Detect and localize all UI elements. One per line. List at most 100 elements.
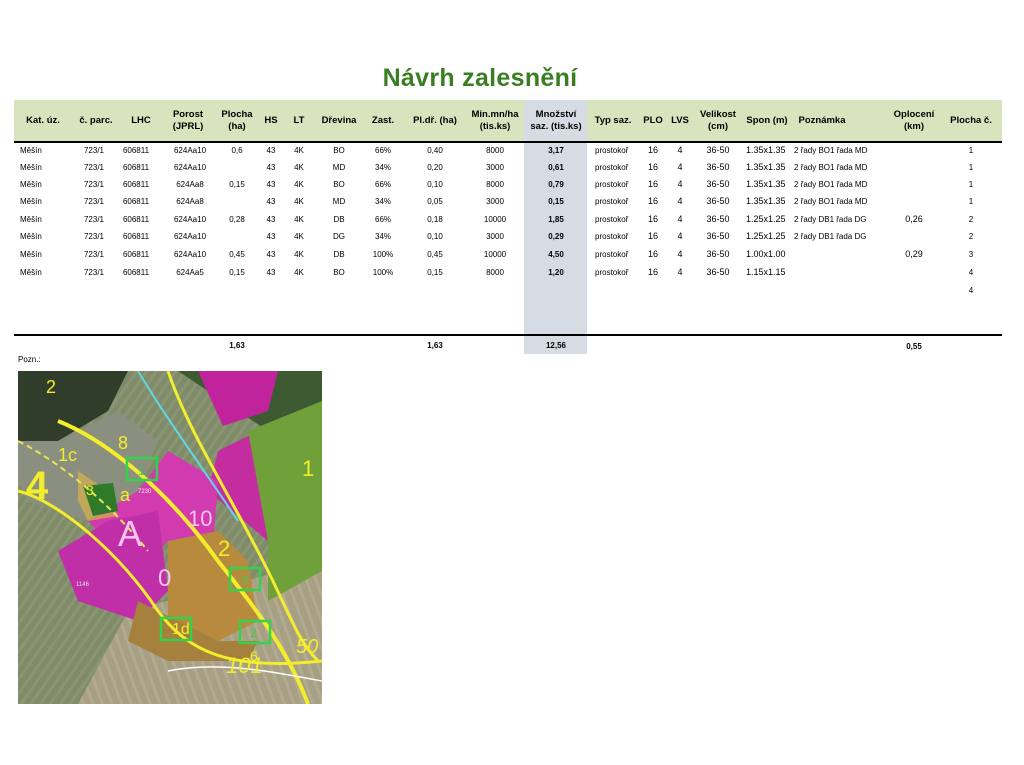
table-cell-pozn: 2 řady BO1 řada MD [794,163,868,172]
map-label: 4 [26,464,49,508]
col-hs: HS [264,115,278,126]
table-cell-parc: 723/1 [83,215,104,224]
table-cell-minmn: 3000 [486,197,504,206]
col-minmn: Min.mn/ha [471,109,519,120]
col-plocha: Plocha [221,109,253,120]
page-title: Návrh zalesnění [382,64,578,92]
table-cell-plc: 2 [968,215,974,224]
table-cell-drevina: BO [333,268,345,277]
table-cell-mnoz: 1,85 [548,215,564,224]
col-lhc: LHC [131,115,151,126]
map-label: 6 [250,648,258,664]
table-cell-typ: prostokoř [595,268,629,277]
col-plocha-sub: (ha) [228,121,246,132]
col-parc: č. parc. [79,115,113,126]
table-cell-mnoz: 0,29 [548,232,564,241]
table-cell-mnoz: 1,20 [548,268,564,277]
table-cell-plc: 1 [968,146,974,155]
table-cell-kat: Měšín [20,268,42,277]
table-cell-lt: 4K [294,180,304,189]
table-cell-pldr: 0,18 [427,215,443,224]
table-cell-lhc: 606811 [122,180,150,189]
table-cell-vel: 36-50 [706,162,730,172]
table-cell-opl: 0,26 [905,214,923,224]
table-cell-plocha: 0,15 [229,268,245,277]
table-cell-opl: 0,29 [905,249,923,259]
table-cell-spon: 1.25x1.25 [746,231,786,241]
table-cell-lt: 4K [294,146,304,155]
table-cell-zast: 66% [374,180,392,189]
table-cell-lvs: 4 [677,231,683,241]
table-cell-zast: 34% [374,197,392,206]
table-cell-plc: 4 [968,268,974,277]
table-cell-plc: 1 [968,180,974,189]
table-cell-lhc: 606811 [122,215,150,224]
table-cell-lt: 4K [294,163,304,172]
col-poznamka: Poznámka [798,115,846,126]
table-cell-spon: 1.35x1.35 [746,145,786,155]
table-cell-typ: prostokoř [595,215,629,224]
table-cell-kat: Měšín [20,163,42,172]
table-cell-plo: 16 [647,179,659,189]
table-cell-plo: 16 [647,145,659,155]
total-plocha: 1,63 [229,341,245,350]
table-cell-parc: 723/1 [83,268,104,277]
table-cell-pldr: 0,10 [427,180,443,189]
table-cell-lvs: 4 [677,214,683,224]
table-cell-vel: 36-50 [706,249,730,259]
table-cell-spon: 1.35x1.35 [746,196,786,206]
table-cell-hs: 43 [266,215,276,224]
table-cell-pozn: 2 řady DB1 řada DG [794,232,867,241]
table-cell-minmn: 3000 [486,232,504,241]
col-mnozstvi-sub: saz. (tis.ks) [530,121,582,132]
table-cell-plc: 1 [968,163,974,172]
table-cell-typ: prostokoř [595,232,629,241]
col-mnozstvi: Množství [535,109,577,120]
table-cell-lvs: 4 [677,162,683,172]
map-label: 7230 [138,489,152,495]
map-label: 3 [86,482,94,498]
table-cell-kat: Měšín [20,250,42,259]
table-cell-lvs: 4 [677,249,683,259]
table-cell-lhc: 606811 [122,163,150,172]
table-cell-drevina: BO [333,180,345,189]
map-label: 50 [296,636,318,658]
table-cell-pldr: 0,05 [427,197,443,206]
table-cell-lhc: 606811 [122,197,150,206]
map-label: 2 [218,536,230,561]
map-label: A [118,513,142,554]
table-cell-drevina: DB [333,250,345,259]
table-cell-pldr: 0,10 [427,232,443,241]
table-cell-lvs: 4 [677,267,683,277]
table-cell-zast: 34% [374,232,392,241]
table-cell-plocha: 0,15 [229,180,245,189]
table-cell-mnoz: 4,50 [548,250,564,259]
col-plo: PLO [643,115,663,126]
table-cell-kat: Měšín [20,232,42,241]
table-cell-plo: 16 [647,267,659,277]
table-cell-parc: 723/1 [83,180,104,189]
table-cell-plc: 4 [968,286,974,295]
table-cell-kat: Měšín [20,197,42,206]
table-cell-pozn: 2 řady DB1 řada DG [794,215,867,224]
table-cell-mnoz: 0,61 [548,163,564,172]
map-label: 2 [46,377,56,397]
table-cell-hs: 43 [266,268,276,277]
table-cell-minmn: 10000 [483,215,507,224]
col-minmn-sub: (tis.ks) [479,121,511,132]
table-cell-drevina: BO [333,146,345,155]
table-cell-zast: 100% [372,250,394,259]
forest-map: 2 1c 8 4 3 a A 10 0 2 1 50 101 6 1146 72… [18,371,322,704]
note-label: Pozn.: [18,355,41,364]
table-cell-zast: 66% [374,146,392,155]
col-kat-uz: Kat. úz. [26,115,60,126]
table-cell-porost: 624Aa5 [176,268,204,277]
table-cell-typ: prostokoř [595,146,629,155]
total-mnozstvi: 12,56 [545,341,567,350]
map-label: 1146 [76,582,90,588]
table-cell-hs: 43 [266,180,276,189]
table-cell-lt: 4K [294,232,304,241]
table-cell-parc: 723/1 [83,197,104,206]
table-cell-pozn: 2 řady BO1 řada MD [794,146,868,155]
col-drevina: Dřevina [321,115,357,126]
